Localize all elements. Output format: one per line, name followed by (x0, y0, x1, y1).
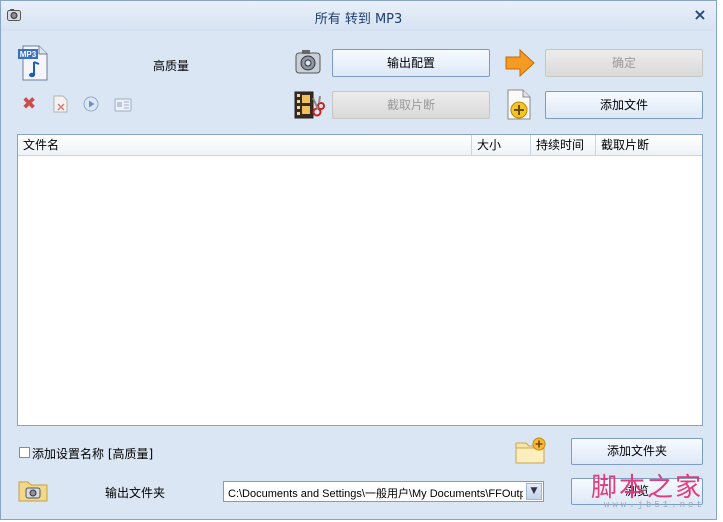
title-bar: 所有 转到 MP3 × (1, 1, 716, 31)
watermark-text: 脚本之家 (591, 473, 704, 503)
window-title: 所有 转到 MP3 (314, 12, 403, 27)
add-file-button[interactable]: 添加文件 (545, 91, 703, 119)
output-folder-icon (18, 481, 48, 502)
file-list-header: 文件名 大小 持续时间 截取片断 (18, 135, 702, 156)
output-path-select[interactable]: C:\Documents and Settings\一般用户\My Docume… (223, 481, 544, 502)
confirm-button[interactable]: 确定 (545, 49, 703, 77)
column-header-clip[interactable]: 截取片断 (596, 135, 702, 155)
clip-button[interactable]: 截取片断 (332, 91, 490, 119)
chevron-down-icon[interactable]: ▼ (526, 483, 542, 500)
remove-icon[interactable]: ✖ (22, 96, 38, 113)
add-file-icon (507, 89, 531, 120)
output-folder-label: 输出文件夹 (105, 486, 166, 500)
converter-window: 所有 转到 MP3 × MP3 高质量 输出配置 确定 ✖ 截取片断 添加文件 … (0, 0, 717, 520)
close-button[interactable]: × (692, 6, 708, 24)
film-scissors-icon (294, 91, 325, 119)
media-info-icon[interactable] (114, 98, 132, 112)
output-path-value: C:\Documents and Settings\一般用户\My Docume… (228, 488, 523, 500)
play-icon[interactable] (83, 96, 99, 112)
mp3-icon-text: MP3 (20, 50, 37, 59)
arrow-right-icon (505, 48, 535, 78)
mp3-file-icon: MP3 (18, 45, 48, 81)
add-setting-name-checkbox[interactable] (19, 447, 30, 458)
column-header-duration[interactable]: 持续时间 (531, 135, 596, 155)
add-folder-button[interactable]: 添加文件夹 (571, 438, 703, 465)
quality-label: 高质量 (153, 59, 190, 73)
add-setting-name-label: 添加设置名称 [高质量] (32, 447, 154, 461)
settings-gear-icon (295, 50, 321, 74)
output-config-button[interactable]: 输出配置 (332, 49, 490, 77)
watermark-url: www.jb51.net (604, 500, 705, 510)
column-header-size[interactable]: 大小 (472, 135, 531, 155)
column-header-filename[interactable]: 文件名 (18, 135, 472, 155)
add-folder-icon (515, 437, 546, 464)
clear-list-icon[interactable] (52, 95, 68, 113)
file-list[interactable]: 文件名 大小 持续时间 截取片断 (17, 134, 703, 426)
